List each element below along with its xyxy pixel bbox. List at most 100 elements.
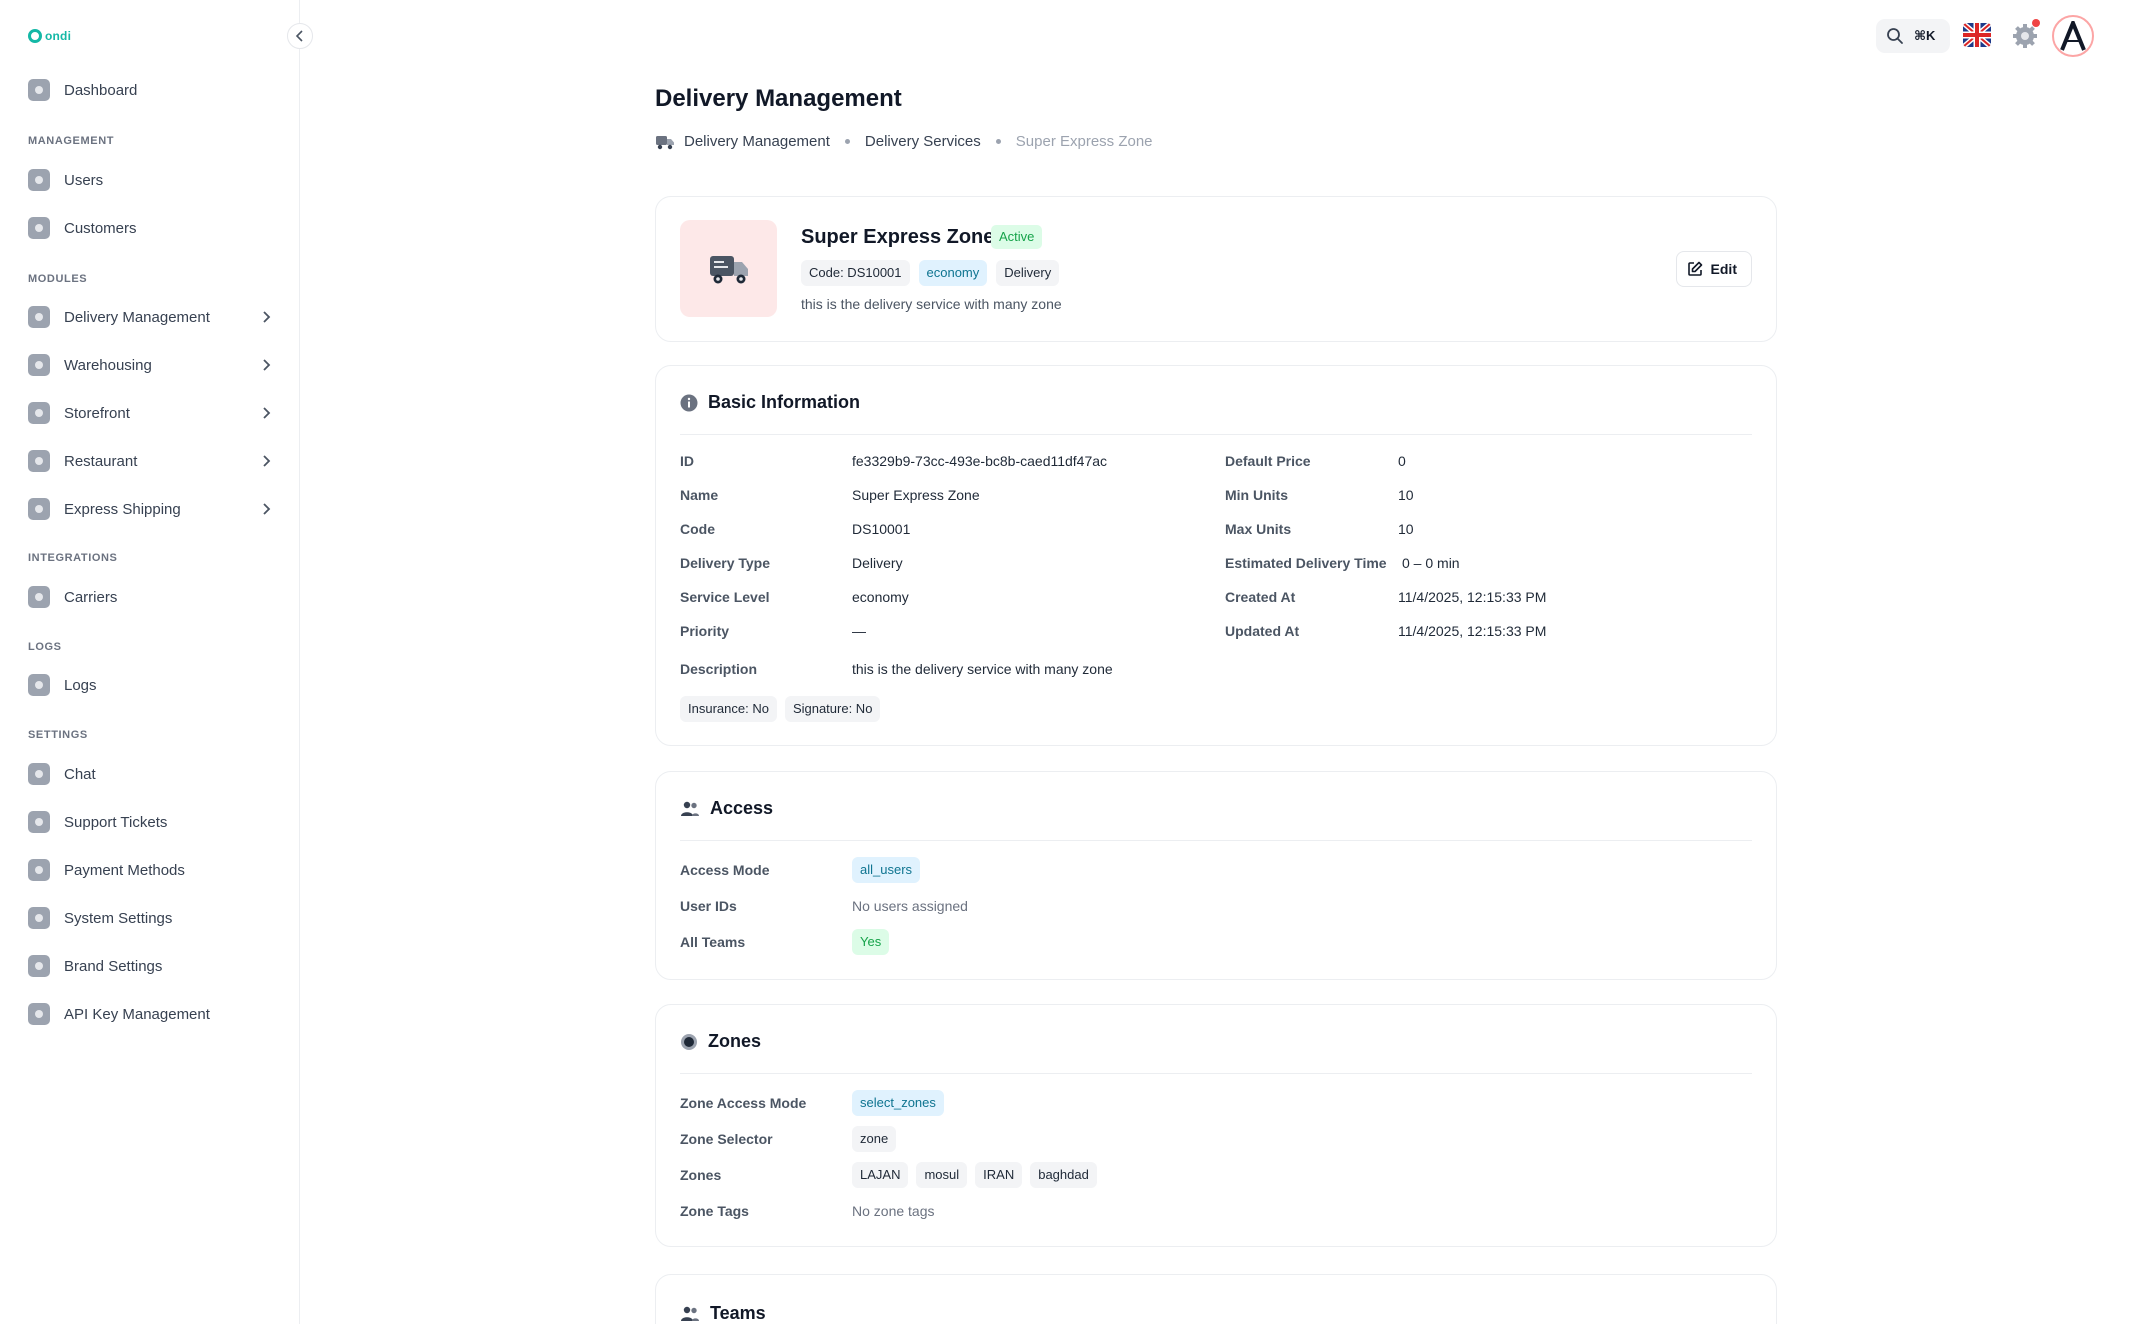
ticket-icon xyxy=(28,811,50,833)
feature-chips: Insurance: No Signature: No xyxy=(680,696,881,722)
field-label-priority: Priority xyxy=(680,623,730,639)
zone-shield-icon xyxy=(681,1033,697,1050)
sidebar-item-customers[interactable]: Customers xyxy=(28,212,278,244)
collapse-sidebar-button[interactable] xyxy=(287,23,313,49)
chevron-right-icon xyxy=(263,359,271,371)
delivery-truck-icon xyxy=(709,255,748,283)
sidebar-item-label: System Settings xyxy=(64,909,173,927)
field-label-description: Description xyxy=(680,661,758,677)
section-label-logs: LOGS xyxy=(28,641,62,653)
sidebar-item-warehousing[interactable]: Warehousing xyxy=(28,349,278,381)
logs-icon xyxy=(28,674,50,696)
service-header-card: Super Express Zone Active Code: DS10001 … xyxy=(655,196,1777,342)
section-label-management: MANAGEMENT xyxy=(28,135,115,147)
truck-icon xyxy=(656,135,674,149)
sidebar-item-label: Express Shipping xyxy=(64,500,181,518)
delivery-type-chip: Delivery xyxy=(996,260,1060,286)
sidebar-item-storefront[interactable]: Storefront xyxy=(28,397,278,429)
sidebar-item-dashboard[interactable]: Dashboard xyxy=(28,74,278,106)
gear-icon xyxy=(28,955,50,977)
breadcrumb-current: Super Express Zone xyxy=(1015,133,1153,150)
dashboard-icon xyxy=(28,79,50,101)
field-label-default-price: Default Price xyxy=(1225,453,1311,469)
sidebar-item-label: Restaurant xyxy=(64,452,138,470)
avatar-logo-icon xyxy=(2060,21,2086,51)
key-icon xyxy=(28,1003,50,1025)
sidebar-item-label: Delivery Management xyxy=(64,308,210,326)
chevron-right-icon xyxy=(263,503,271,515)
service-description: this is the delivery service with many z… xyxy=(801,296,1062,312)
logo-text: ondi xyxy=(45,29,72,43)
field-value-estimated-delivery-time: 0 – 0 min xyxy=(1402,555,1460,571)
info-icon xyxy=(680,394,698,411)
sidebar-item-express-shipping[interactable]: Express Shipping xyxy=(28,493,278,525)
field-label-name: Name xyxy=(680,487,719,503)
sidebar-item-chat[interactable]: Chat xyxy=(28,758,278,790)
sidebar-item-label: Dashboard xyxy=(64,81,138,99)
service-name: Super Express Zone xyxy=(801,226,995,248)
teams-card: Teams xyxy=(655,1274,1777,1324)
divider xyxy=(680,1073,1752,1074)
card-title: Access xyxy=(710,798,774,818)
zones-card: Zones Zone Access Mode select_zones Zone… xyxy=(655,1004,1777,1247)
edit-button[interactable]: Edit xyxy=(1675,251,1752,287)
sidebar-item-label: Users xyxy=(64,171,104,189)
breadcrumb-item-delivery-management[interactable]: Delivery Management xyxy=(684,133,830,150)
sidebar-item-system-settings[interactable]: System Settings xyxy=(28,902,278,934)
search-icon xyxy=(1887,28,1903,44)
field-value-priority: — xyxy=(852,623,866,639)
user-avatar[interactable] xyxy=(2052,15,2094,57)
bank-icon xyxy=(28,859,50,881)
sidebar-item-label: Payment Methods xyxy=(64,861,185,879)
chevron-right-icon xyxy=(263,455,271,467)
field-label-max-units: Max Units xyxy=(1225,521,1292,537)
sidebar-item-payment-methods[interactable]: Payment Methods xyxy=(28,854,278,886)
field-value-name: Super Express Zone xyxy=(852,487,980,503)
basic-information-card: Basic Information ID fe3329b9-73cc-493e-… xyxy=(655,365,1777,746)
field-value-user-ids: No users assigned xyxy=(852,898,968,914)
code-chip: Code: DS10001 xyxy=(801,260,910,286)
warehouse-icon xyxy=(28,354,50,376)
search-button[interactable]: ⌘K xyxy=(1876,19,1950,53)
field-label-zones: Zones xyxy=(680,1167,722,1183)
field-label-zone-selector: Zone Selector xyxy=(680,1131,773,1147)
section-label-integrations: INTEGRATIONS xyxy=(28,552,118,564)
sidebar-item-brand-settings[interactable]: Brand Settings xyxy=(28,950,278,982)
restaurant-icon xyxy=(28,450,50,472)
field-value-created-at: 11/4/2025, 12:15:33 PM xyxy=(1398,589,1547,605)
sidebar-item-label: Carriers xyxy=(64,588,118,606)
sidebar-item-support-tickets[interactable]: Support Tickets xyxy=(28,806,278,838)
card-header: Teams xyxy=(680,1303,766,1324)
service-level-chip: economy xyxy=(918,260,988,286)
sidebar-item-label: Storefront xyxy=(64,404,130,422)
field-label-service-level: Service Level xyxy=(680,589,770,605)
zone-selector-chip: zone xyxy=(852,1126,897,1152)
users-icon xyxy=(681,1306,699,1321)
zone-chip: baghdad xyxy=(1030,1162,1097,1188)
breadcrumb-item-delivery-services[interactable]: Delivery Services xyxy=(865,133,981,150)
field-label-created-at: Created At xyxy=(1225,589,1296,605)
uk-flag-icon xyxy=(1963,23,1991,47)
zones-list: LAJAN mosul IRAN baghdad xyxy=(852,1162,1097,1188)
logo-icon xyxy=(28,29,42,43)
sidebar-item-carriers[interactable]: Carriers xyxy=(28,581,278,613)
sidebar-item-logs[interactable]: Logs xyxy=(28,669,278,701)
field-label-delivery-type: Delivery Type xyxy=(680,555,771,571)
search-shortcut: ⌘K xyxy=(1914,28,1936,43)
sidebar-item-delivery-management[interactable]: Delivery Management xyxy=(28,301,278,333)
chevron-right-icon xyxy=(263,407,271,419)
service-thumbnail xyxy=(680,220,777,317)
sidebar-item-users[interactable]: Users xyxy=(28,164,278,196)
field-value-zone-tags: No zone tags xyxy=(852,1203,935,1219)
sidebar-item-label: Logs xyxy=(64,676,97,694)
card-title: Basic Information xyxy=(708,392,861,412)
field-label-user-ids: User IDs xyxy=(680,898,737,914)
breadcrumb-separator xyxy=(844,139,850,144)
app-logo[interactable]: ondi xyxy=(28,29,71,43)
all-teams-chip: Yes xyxy=(852,929,890,955)
language-selector[interactable] xyxy=(1963,23,1991,47)
sidebar-item-api-key-management[interactable]: API Key Management xyxy=(28,998,278,1030)
chevron-right-icon xyxy=(263,311,271,323)
sidebar-item-restaurant[interactable]: Restaurant xyxy=(28,445,278,477)
chevron-left-icon xyxy=(295,30,303,42)
